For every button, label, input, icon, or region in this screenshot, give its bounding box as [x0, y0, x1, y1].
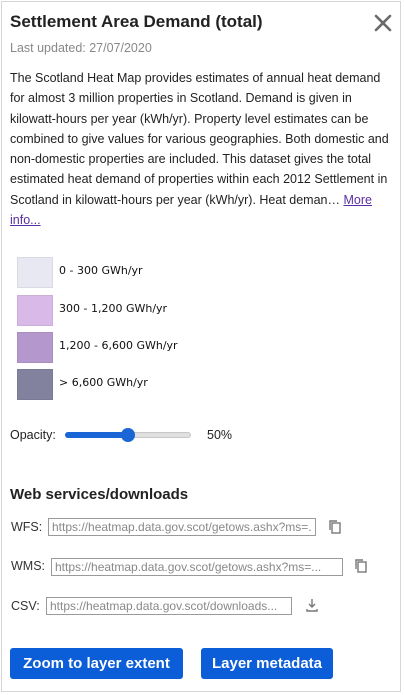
- close-button[interactable]: [372, 12, 394, 34]
- legend-label: 1,200 - 6,600 GWh/yr: [59, 339, 178, 352]
- wfs-url-field[interactable]: [48, 518, 316, 536]
- layer-info-panel: Settlement Area Demand (total) Last upda…: [1, 1, 401, 692]
- csv-label: CSV:: [11, 599, 40, 613]
- csv-download-button[interactable]: [304, 597, 320, 613]
- download-icon: [306, 599, 318, 612]
- opacity-value: 50%: [207, 428, 233, 442]
- close-icon: [374, 14, 392, 32]
- description-text: The Scotland Heat Map provides estimates…: [10, 71, 389, 207]
- layer-description: The Scotland Heat Map provides estimates…: [10, 68, 398, 230]
- wfs-copy-button[interactable]: [327, 519, 343, 535]
- opacity-slider-thumb[interactable]: [121, 428, 135, 442]
- copy-icon: [355, 559, 367, 573]
- legend-swatch: [17, 332, 53, 363]
- legend-label: 300 - 1,200 GWh/yr: [59, 302, 168, 315]
- legend-swatch: [17, 257, 53, 288]
- panel-title: Settlement Area Demand (total): [10, 12, 263, 31]
- opacity-label: Opacity:: [10, 428, 56, 442]
- layer-metadata-button[interactable]: Layer metadata: [201, 648, 333, 679]
- opacity-slider-fill: [65, 432, 128, 438]
- zoom-to-layer-extent-button[interactable]: Zoom to layer extent: [10, 648, 183, 679]
- legend-swatch: [17, 295, 53, 326]
- wms-label: WMS:: [11, 559, 46, 573]
- wms-copy-button[interactable]: [353, 558, 369, 574]
- legend-swatch: [17, 369, 53, 400]
- wms-url-field[interactable]: [51, 558, 343, 576]
- copy-icon: [329, 520, 341, 534]
- legend-label: > 6,600 GWh/yr: [59, 376, 148, 389]
- services-heading: Web services/downloads: [10, 486, 189, 503]
- csv-url-field[interactable]: [46, 597, 292, 615]
- legend-label: 0 - 300 GWh/yr: [59, 264, 143, 277]
- wfs-label: WFS:: [11, 520, 43, 534]
- last-updated: Last updated: 27/07/2020: [10, 41, 152, 55]
